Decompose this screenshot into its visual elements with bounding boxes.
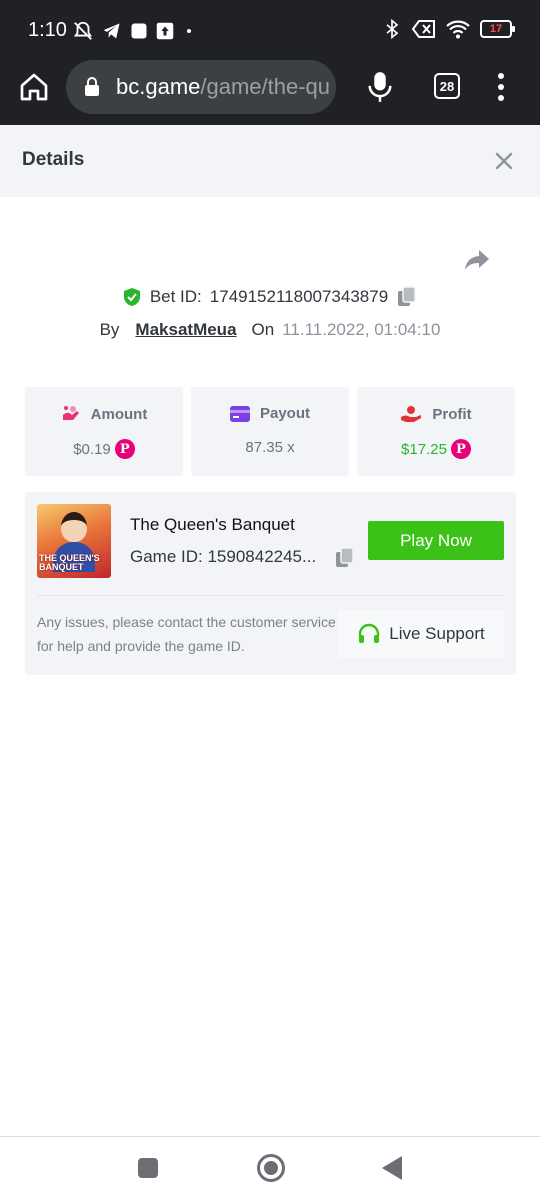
mic-icon[interactable] [366, 71, 394, 103]
bet-datetime: 11.11.2022, 01:04:10 [282, 320, 441, 339]
mute-icon [73, 21, 93, 40]
copy-icon[interactable] [334, 547, 356, 569]
url-domain: bc.game [116, 74, 201, 99]
verified-shield-icon [123, 288, 140, 306]
live-support-button[interactable]: Live Support [338, 610, 504, 658]
telegram-icon [103, 23, 120, 39]
by-label: By [99, 320, 120, 339]
browser-toolbar: bc.game/game/the-qu 28 [0, 60, 540, 125]
game-name: The Queen's Banquet [130, 515, 295, 534]
details-title: Details [22, 149, 85, 170]
data-off-icon [412, 20, 435, 38]
url-text: bc.game/game/the-qu [116, 74, 330, 100]
bluetooth-icon [386, 18, 399, 40]
status-time: 1:10 [28, 19, 67, 41]
payout-icon [229, 405, 250, 422]
game-thumbnail[interactable]: THE QUEEN'S BANQUET [37, 504, 111, 578]
username-link[interactable]: MaksatMeua [135, 320, 236, 340]
profit-label: Profit [432, 405, 472, 423]
divider [37, 595, 504, 596]
live-support-label: Live Support [389, 624, 485, 643]
amount-icon [62, 406, 79, 420]
home-icon[interactable] [18, 71, 50, 103]
dot-icon [187, 29, 191, 33]
support-notice: Any issues, please contact the customer … [37, 614, 336, 654]
tab-switcher-button[interactable]: 28 [434, 73, 460, 99]
amount-label: Amount [90, 405, 148, 423]
battery-icon: 17 [480, 20, 515, 38]
amount-card: Amount $0.19 P [25, 387, 183, 476]
on-label: On [251, 320, 275, 339]
coin-icon: P [114, 439, 135, 459]
payout-card: Payout 87.35 x [191, 387, 349, 476]
bet-meta-row: By MaksatMeua On 11.11.2022, 01:04:10 [0, 320, 540, 340]
more-menu-icon[interactable] [494, 72, 508, 102]
bet-id-value: 1749152118007343879 [209, 287, 389, 306]
close-icon[interactable] [494, 151, 514, 171]
play-now-button[interactable]: Play Now [368, 521, 504, 560]
url-path: /game/the-qu [200, 74, 331, 99]
status-icons-right: 17 [382, 18, 515, 40]
profit-icon [401, 406, 422, 422]
game-panel: THE QUEEN'S BANQUET The Queen's Banquet … [25, 492, 516, 675]
details-header: Details [0, 125, 540, 197]
profit-card: Profit $17.25 P [357, 387, 515, 476]
system-nav-bar [0, 1136, 540, 1200]
battery-level: 17 [489, 23, 503, 35]
profit-value: $17.25 [401, 440, 447, 458]
payout-value: 87.35 x [245, 439, 295, 456]
game-id: Game ID: 1590842245... [130, 547, 317, 566]
recent-apps-icon[interactable] [138, 1158, 158, 1178]
share-icon[interactable] [463, 248, 491, 272]
queen-figure [61, 512, 87, 542]
status-bar: 1:10 17 [0, 0, 540, 60]
copy-icon[interactable] [396, 286, 418, 308]
amount-value: $0.19 [73, 440, 111, 458]
bet-id-row: Bet ID: 1749152118007343879 [0, 286, 540, 308]
home-circle-icon[interactable] [257, 1154, 285, 1182]
wifi-icon [446, 20, 470, 39]
coin-icon: P [450, 439, 471, 459]
bet-id-label: Bet ID: [149, 287, 202, 306]
payout-label: Payout [259, 405, 310, 422]
upload-icon [156, 22, 174, 40]
back-triangle-icon[interactable] [382, 1156, 402, 1180]
address-bar[interactable]: bc.game/game/the-qu [66, 60, 336, 114]
status-icons-left [72, 20, 196, 42]
lock-icon [85, 77, 99, 96]
square-icon [131, 23, 147, 39]
headset-icon [359, 623, 380, 643]
game-thumbnail-title: THE QUEEN'S BANQUET [39, 553, 100, 572]
tab-count: 28 [439, 78, 455, 94]
